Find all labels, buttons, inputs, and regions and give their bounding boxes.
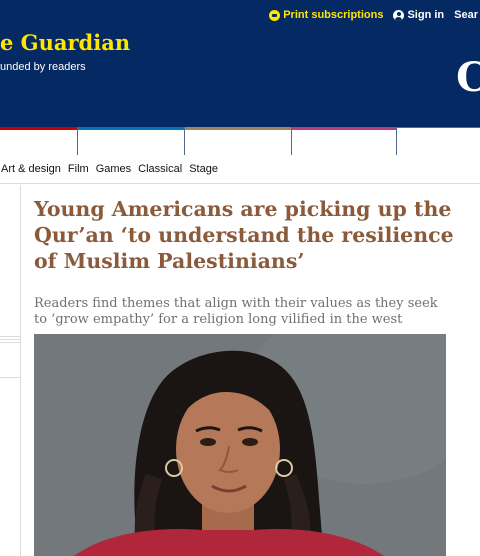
subnav-item-film[interactable]: Film (68, 163, 89, 175)
nav-accent-bar (78, 127, 184, 130)
nav-accent-bar (292, 127, 396, 130)
subscription-icon (269, 9, 281, 21)
nav-item-lifestyle[interactable]: Lifestyle (291, 127, 396, 155)
left-rail-line (0, 342, 20, 343)
subnav-item-classical[interactable]: Classical (138, 163, 182, 175)
left-rail-line (0, 336, 20, 337)
guardian-logo[interactable]: C (456, 58, 480, 98)
subnav-item-stage[interactable]: Stage (189, 163, 218, 175)
sub-nav: Art & design Film Games Classical Stage (0, 155, 480, 184)
primary-nav: pinion Sport Culture Lifestyle More (0, 127, 480, 155)
left-rail-line (0, 339, 20, 340)
subnav-item-art-design[interactable]: Art & design (1, 163, 61, 175)
sign-in-link[interactable]: Sign in (393, 9, 444, 21)
nav-item-sport[interactable]: Sport (77, 127, 184, 155)
article-headline: Young Americans are picking up the Qur’a… (34, 197, 454, 273)
nav-item-label: Sport (87, 131, 134, 149)
sign-in-label: Sign in (407, 9, 445, 21)
account-icon (393, 9, 405, 21)
nav-item-label: Lifestyle (300, 131, 372, 149)
print-subscriptions-label: Print subscriptions (283, 9, 384, 21)
chevron-down-icon (446, 135, 454, 144)
nav-item-label: Culture (192, 131, 256, 149)
search-label: Sear (454, 9, 478, 21)
brand-name[interactable]: e Guardian (0, 30, 130, 55)
nav-item-culture[interactable]: Culture (184, 127, 291, 155)
nav-item-label: pinion (0, 131, 54, 149)
left-rail-line (0, 377, 20, 378)
nav-item-opinion[interactable]: pinion (0, 127, 77, 155)
article-photo (34, 334, 446, 556)
portrait-illustration (34, 334, 446, 556)
subnav-item-games[interactable]: Games (96, 163, 131, 175)
article-standfirst: Readers find themes that align with thei… (34, 296, 438, 327)
nav-item-label: More (403, 131, 444, 149)
left-rail-divider (20, 185, 21, 556)
search-link[interactable]: Sear (454, 9, 478, 21)
nav-accent-bar (185, 127, 291, 130)
brand-tagline: unded by readers (0, 61, 86, 73)
print-subscriptions-link[interactable]: Print subscriptions (269, 9, 383, 21)
masthead: Print subscriptions Sign in Sear e Guard… (0, 0, 480, 155)
nav-item-more[interactable]: More (396, 128, 480, 155)
nav-accent-bar (0, 127, 77, 130)
top-bar: Print subscriptions Sign in Sear (269, 6, 480, 24)
